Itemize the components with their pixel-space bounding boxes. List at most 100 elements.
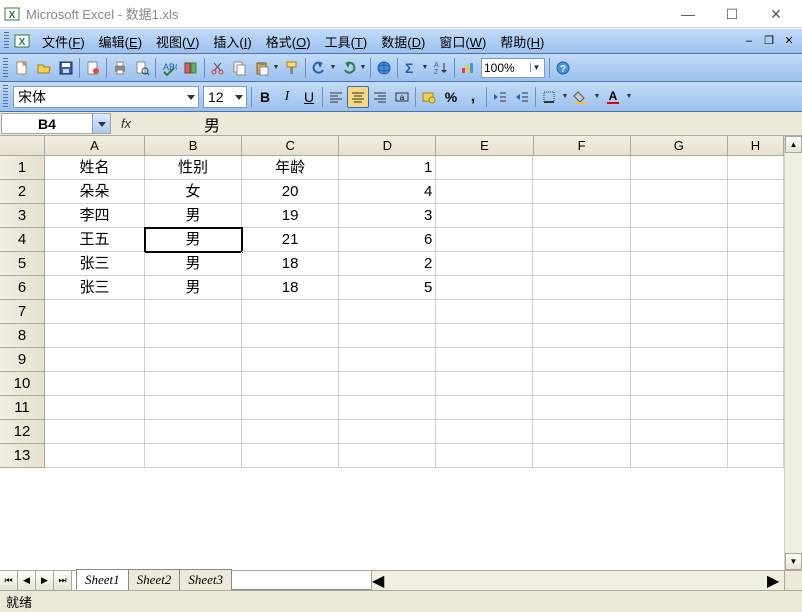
cell-D4[interactable]: 6 [339, 228, 436, 252]
row-header-9[interactable]: 9 [0, 348, 45, 372]
cell-C10[interactable] [242, 372, 339, 396]
cell-B10[interactable] [145, 372, 242, 396]
menu-data[interactable]: 数据(D) [374, 29, 432, 54]
cell-E11[interactable] [436, 396, 533, 420]
col-header-A[interactable]: A [45, 136, 145, 156]
cell-G12[interactable] [631, 420, 728, 444]
font-size-dropdown[interactable] [232, 92, 246, 102]
borders-button[interactable] [538, 86, 560, 108]
fill-color-dropdown[interactable]: ▼ [592, 86, 602, 108]
menu-view[interactable]: 视图(V) [149, 29, 206, 54]
autosum-button[interactable]: Σ [400, 57, 422, 79]
horizontal-scrollbar[interactable]: ◀ ▶ [372, 571, 784, 590]
cell-F12[interactable] [533, 420, 630, 444]
cell-G4[interactable] [631, 228, 728, 252]
fill-color-button[interactable] [570, 86, 592, 108]
cell-H6[interactable] [728, 276, 784, 300]
cell-E7[interactable] [436, 300, 533, 324]
cell-F6[interactable] [533, 276, 630, 300]
print-button[interactable] [109, 57, 131, 79]
tab-nav-next[interactable]: ▶ [36, 571, 54, 590]
cell-H11[interactable] [728, 396, 784, 420]
scroll-right-button[interactable]: ▶ [767, 571, 784, 590]
vscroll-track[interactable] [785, 153, 802, 553]
font-size-combo[interactable] [203, 86, 247, 108]
italic-button[interactable]: I [276, 86, 298, 108]
cell-H8[interactable] [728, 324, 784, 348]
row-header-11[interactable]: 11 [0, 396, 45, 420]
cell-F3[interactable] [533, 204, 630, 228]
save-button[interactable] [55, 57, 77, 79]
mdi-minimize[interactable]: – [740, 34, 758, 48]
cell-D9[interactable] [339, 348, 436, 372]
underline-button[interactable]: U [298, 86, 320, 108]
menu-format[interactable]: 格式(O) [259, 29, 318, 54]
scroll-left-button[interactable]: ◀ [372, 571, 389, 590]
col-header-G[interactable]: G [631, 136, 728, 156]
cell-B11[interactable] [145, 396, 242, 420]
name-box[interactable]: B4 [1, 113, 111, 134]
cell-G6[interactable] [631, 276, 728, 300]
menu-tools[interactable]: 工具(T) [318, 29, 375, 54]
font-color-button[interactable]: A [602, 86, 624, 108]
col-header-E[interactable]: E [436, 136, 533, 156]
col-header-C[interactable]: C [242, 136, 339, 156]
format-painter-button[interactable] [281, 57, 303, 79]
cut-button[interactable] [207, 57, 229, 79]
spelling-button[interactable]: ABC [158, 57, 180, 79]
hyperlink-button[interactable] [373, 57, 395, 79]
cell-C6[interactable]: 18 [242, 276, 339, 300]
cell-E1[interactable] [436, 156, 533, 180]
cell-A4[interactable]: 王五 [45, 228, 145, 252]
cell-G9[interactable] [631, 348, 728, 372]
vertical-scrollbar[interactable]: ▲ ▼ [784, 136, 802, 570]
row-header-4[interactable]: 4 [0, 228, 45, 252]
col-header-F[interactable]: F [534, 136, 631, 156]
cell-E12[interactable] [436, 420, 533, 444]
autosum-dropdown[interactable]: ▼ [421, 64, 429, 71]
row-header-10[interactable]: 10 [0, 372, 45, 396]
cell-E4[interactable] [436, 228, 533, 252]
cell-F4[interactable] [533, 228, 630, 252]
zoom-combo[interactable]: ▼ [481, 58, 545, 78]
cell-B13[interactable] [145, 444, 242, 468]
cell-C4[interactable]: 21 [242, 228, 339, 252]
row-header-2[interactable]: 2 [0, 180, 45, 204]
align-center-button[interactable] [347, 86, 369, 108]
cell-G5[interactable] [631, 252, 728, 276]
col-header-H[interactable]: H [728, 136, 784, 156]
paste-dropdown[interactable]: ▼ [272, 64, 280, 71]
cell-B6[interactable]: 男 [145, 276, 242, 300]
cell-H10[interactable] [728, 372, 784, 396]
menu-edit[interactable]: 编辑(E) [92, 29, 149, 54]
chart-wizard-button[interactable] [457, 57, 479, 79]
redo-button[interactable] [338, 57, 360, 79]
research-button[interactable] [180, 57, 202, 79]
row-header-7[interactable]: 7 [0, 300, 45, 324]
undo-dropdown[interactable]: ▼ [329, 64, 337, 71]
font-size-input[interactable] [204, 87, 232, 107]
cell-C11[interactable] [242, 396, 339, 420]
cell-D11[interactable] [339, 396, 436, 420]
cell-H4[interactable] [728, 228, 784, 252]
align-right-button[interactable] [369, 86, 391, 108]
cell-D7[interactable] [339, 300, 436, 324]
cells-area[interactable]: 姓名性别年龄1朵朵女204李四男193王五男216张三男182张三男185 [45, 156, 784, 570]
cell-C8[interactable] [242, 324, 339, 348]
cell-G11[interactable] [631, 396, 728, 420]
cell-E2[interactable] [436, 180, 533, 204]
menu-window[interactable]: 窗口(W) [432, 29, 493, 54]
tab-nav-first[interactable]: ⏮ [0, 571, 18, 590]
sheet-tab-Sheet1[interactable]: Sheet1 [76, 569, 129, 590]
cell-F5[interactable] [533, 252, 630, 276]
cell-B5[interactable]: 男 [145, 252, 242, 276]
merge-center-button[interactable]: a [391, 86, 413, 108]
zoom-dropdown[interactable]: ▼ [530, 63, 542, 72]
cell-E8[interactable] [436, 324, 533, 348]
percent-button[interactable]: % [440, 86, 462, 108]
cell-A6[interactable]: 张三 [45, 276, 145, 300]
cell-D8[interactable] [339, 324, 436, 348]
mdi-close[interactable]: ✕ [780, 34, 798, 48]
cell-D2[interactable]: 4 [339, 180, 436, 204]
fmt-gripper[interactable] [3, 85, 8, 109]
